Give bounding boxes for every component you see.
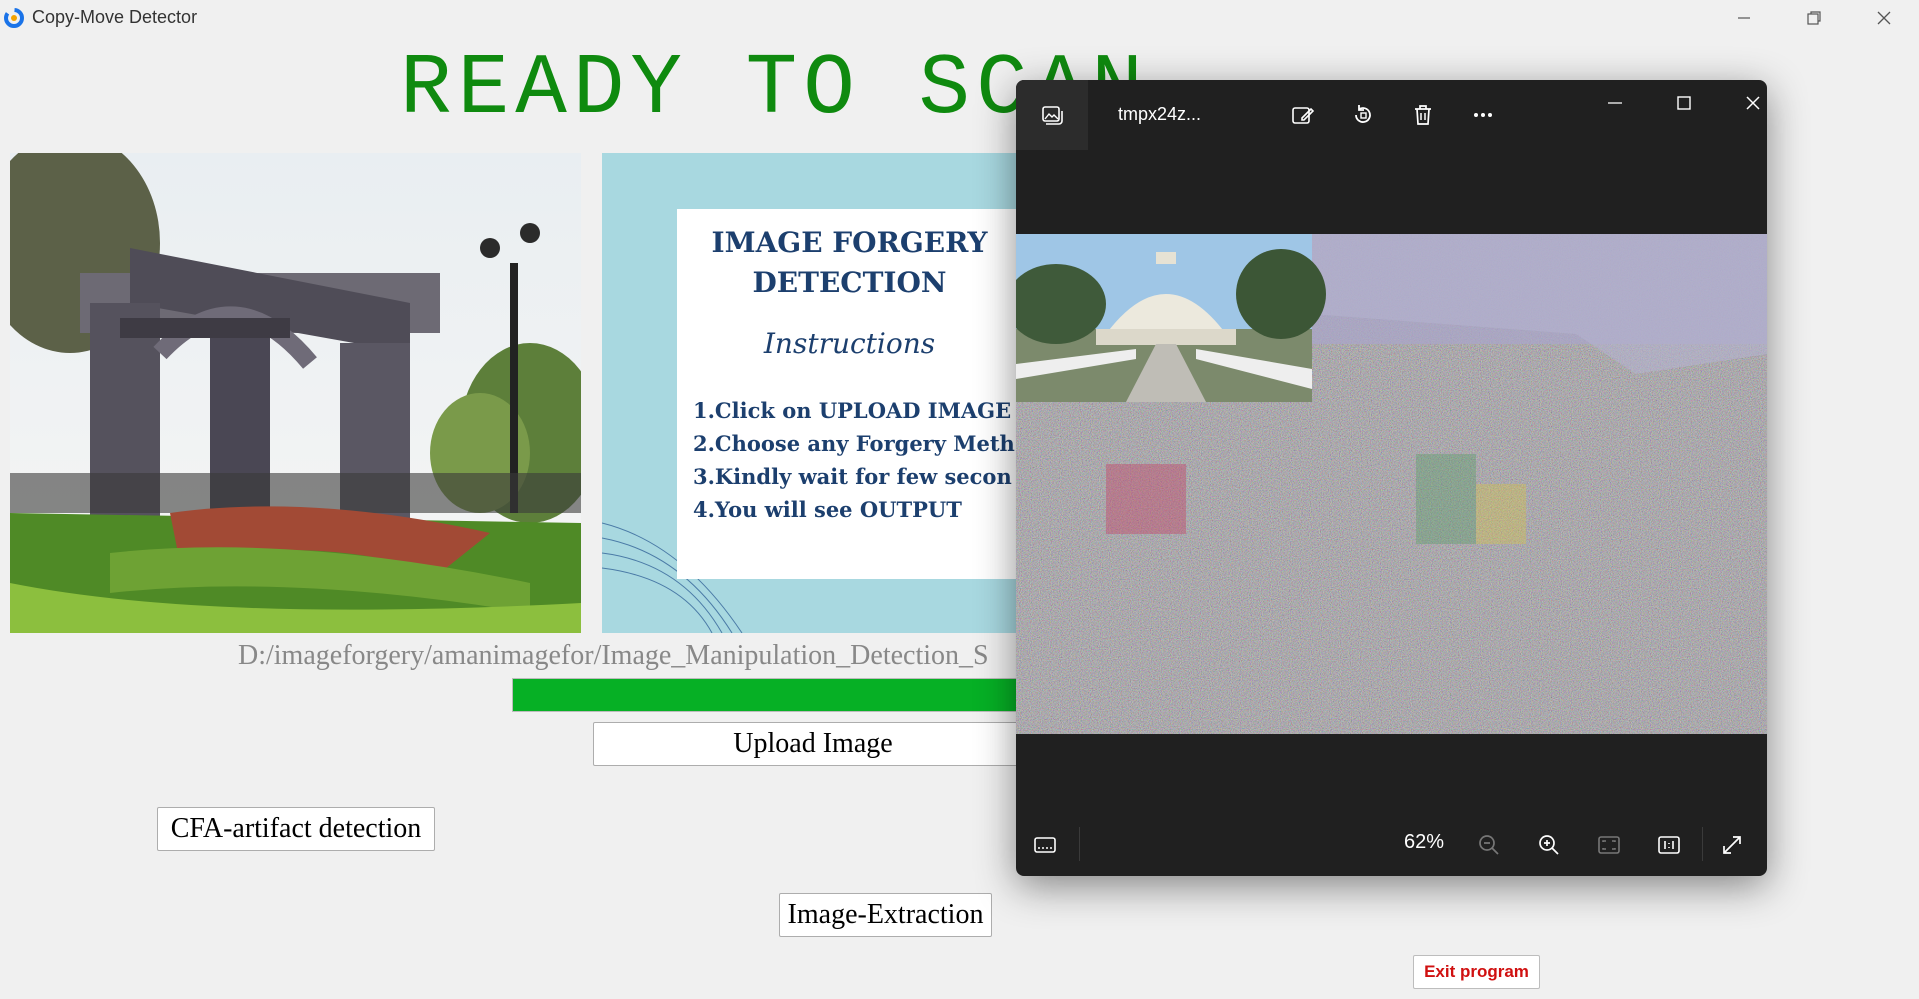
progress-bar — [512, 678, 1054, 712]
close-icon — [1877, 11, 1891, 25]
instruction-step: 2.Choose any Forgery Meth — [693, 431, 1015, 456]
fullscreen-button[interactable] — [1717, 830, 1747, 860]
maximize-icon — [1677, 96, 1691, 110]
viewer-close-button[interactable] — [1731, 88, 1767, 118]
app-logo-icon — [4, 8, 24, 28]
image-extraction-button[interactable]: Image-Extraction — [779, 893, 992, 937]
edit-image-button[interactable] — [1288, 100, 1318, 130]
zoom-level: 62% — [1404, 831, 1445, 853]
app-titlebar: Copy-Move Detector — [0, 0, 1919, 36]
fullscreen-icon — [1723, 836, 1741, 854]
minimize-button[interactable] — [1709, 0, 1779, 36]
instruction-step: 1.Click on UPLOAD IMAGE B — [693, 398, 1022, 423]
actual-size-icon — [1658, 836, 1680, 854]
zoom-out-icon — [1479, 835, 1499, 855]
close-button[interactable] — [1849, 0, 1919, 36]
instructions-steps: 1.Click on UPLOAD IMAGE B 2.Choose any F… — [693, 394, 1022, 526]
delete-button[interactable] — [1408, 100, 1438, 130]
close-icon — [1746, 96, 1760, 110]
minimize-icon — [1738, 17, 1750, 19]
instructions-panel: IMAGE FORGERY DETECTION Instructions 1.C… — [602, 153, 1022, 633]
fit-to-window-icon — [1598, 836, 1620, 854]
instruction-step: 4.You will see OUTPUT — [693, 497, 962, 522]
more-options-button[interactable] — [1468, 100, 1498, 130]
instruction-step: 3.Kindly wait for few secon — [693, 464, 1012, 489]
restore-icon — [1807, 11, 1821, 25]
filmstrip-button[interactable] — [1030, 830, 1060, 860]
file-path-label: D:/imageforgery/amanimagefor/Image_Manip… — [238, 640, 989, 671]
copied-region-inset — [1016, 234, 1326, 402]
exit-program-button[interactable]: Exit program — [1413, 955, 1540, 989]
filmstrip-icon — [1034, 837, 1056, 853]
rotate-icon — [1355, 105, 1371, 123]
photo-viewer-window: tmpx24z... 62% — [1016, 80, 1767, 876]
fit-to-window-button[interactable] — [1594, 830, 1624, 860]
upload-image-button[interactable]: Upload Image — [593, 722, 1033, 766]
restore-button[interactable] — [1779, 0, 1849, 36]
zoom-out-button[interactable] — [1474, 830, 1504, 860]
viewer-bottom-bar: 62% — [1016, 813, 1767, 876]
viewer-filename: tmpx24z... — [1118, 104, 1202, 124]
forgery-analysis-image — [1016, 234, 1767, 814]
zoom-in-button[interactable] — [1534, 830, 1564, 860]
gallery-icon — [1042, 106, 1063, 125]
minimize-icon — [1608, 102, 1622, 104]
toolbar-separator — [1079, 827, 1080, 861]
edit-image-icon — [1292, 107, 1315, 124]
progress-fill — [513, 679, 1053, 711]
app-title: Copy-Move Detector — [32, 7, 198, 27]
university-gate-photo — [10, 153, 581, 633]
actual-size-button[interactable] — [1654, 830, 1684, 860]
zoom-in-icon — [1539, 835, 1559, 855]
viewer-toolbar: tmpx24z... — [1016, 80, 1767, 150]
viewer-maximize-button[interactable] — [1662, 88, 1706, 118]
instructions-card: IMAGE FORGERY DETECTION Instructions 1.C… — [677, 209, 1022, 579]
viewer-minimize-button[interactable] — [1593, 88, 1637, 118]
gallery-button[interactable] — [1016, 80, 1088, 150]
toolbar-separator — [1702, 827, 1703, 861]
delete-icon — [1415, 105, 1431, 125]
instructions-title: IMAGE FORGERY DETECTION — [711, 226, 988, 299]
instructions-subtitle: Instructions — [763, 327, 936, 360]
more-icon — [1474, 113, 1492, 117]
cfa-artifact-detection-button[interactable]: CFA-artifact detection — [157, 807, 435, 851]
rotate-button[interactable] — [1348, 100, 1378, 130]
